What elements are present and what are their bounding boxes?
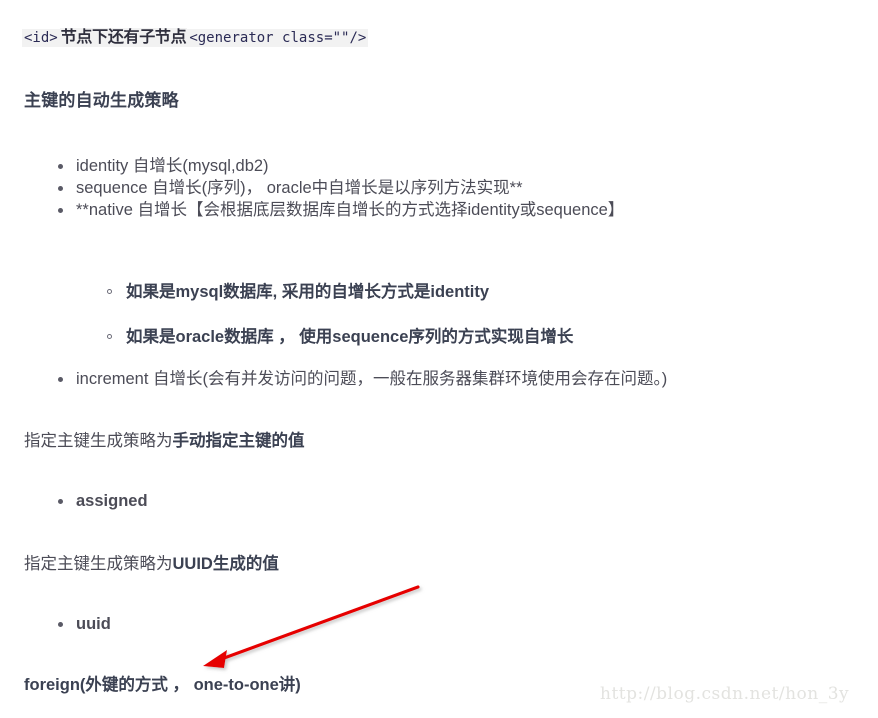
native-detail-list: 如果是mysql数据库, 采用的自增长方式是identity 如果是oracle… — [100, 281, 573, 371]
xml-tag-id: <id> — [22, 29, 60, 47]
list-item: **native 自增长【会根据底层数据库自增长的方式选择identity或se… — [50, 199, 624, 221]
uuid-paragraph-emphasis: UUID生成的值 — [172, 555, 279, 573]
list-item: uuid — [50, 613, 111, 635]
assigned-paragraph-prefix: 指定主键生成策略为 — [24, 432, 173, 450]
increment-list: increment 自增长(会有并发访问的问题，一般在服务器集群环境使用会存在问… — [50, 368, 667, 390]
xml-tag-generator: <generator class=""/> — [187, 29, 369, 47]
assigned-paragraph-emphasis: 手动指定主键的值 — [172, 432, 305, 450]
assigned-list: assigned — [50, 490, 148, 512]
section-heading: 主键的自动生成策略 — [24, 91, 179, 110]
uuid-list: uuid — [50, 613, 111, 635]
strategy-list: identity 自增长(mysql,db2) sequence 自增长(序列)… — [50, 155, 624, 221]
document-page: <id> 节点下还有子节点 <generator class=""/> 主键的自动生… — [0, 0, 878, 718]
foreign-strategy-line: foreign(外键的方式 ， one-to-one讲) — [24, 676, 301, 694]
list-item: 如果是mysql数据库, 采用的自增长方式是identity — [100, 281, 573, 303]
list-item: 如果是oracle数据库 ， 使用sequence序列的方式实现自增长 — [100, 326, 573, 348]
list-item: assigned — [50, 490, 148, 512]
assigned-paragraph: 指定主键生成策略为手动指定主键的值 — [24, 430, 305, 452]
code-line-chinese-text: 节点下还有子节点 — [59, 28, 188, 47]
list-item: increment 自增长(会有并发访问的问题，一般在服务器集群环境使用会存在问… — [50, 368, 667, 390]
list-item: identity 自增长(mysql,db2) — [50, 155, 624, 177]
watermark: http://blog.csdn.net/hon_3y — [600, 684, 850, 704]
code-line: <id> 节点下还有子节点 <generator class=""/> — [22, 27, 369, 49]
uuid-paragraph-prefix: 指定主键生成策略为 — [24, 555, 173, 573]
list-item: sequence 自增长(序列)， oracle中自增长是以序列方法实现** — [50, 177, 624, 199]
uuid-paragraph: 指定主键生成策略为UUID生成的值 — [24, 553, 279, 575]
